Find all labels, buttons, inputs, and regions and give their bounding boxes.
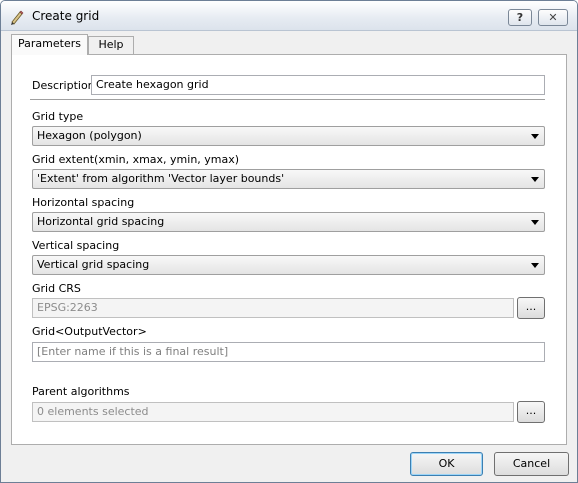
parent-algorithms-input: 0 elements selected [32,402,514,422]
description-input[interactable]: Create hexagon grid [91,75,545,95]
ok-button[interactable]: OK [410,452,483,476]
close-icon: ✕ [548,11,558,24]
window-title: Create grid [32,9,100,23]
grid-extent-select[interactable]: 'Extent' from algorithm 'Vector layer bo… [32,169,545,189]
parameters-form: Description Create hexagon grid Grid typ… [24,61,554,438]
vertical-spacing-label: Vertical spacing [32,239,120,252]
close-button[interactable]: ✕ [538,9,568,26]
parent-algorithms-label: Parent algorithms [32,385,130,398]
grid-type-value: Hexagon (polygon) [37,129,142,142]
grid-type-select[interactable]: Hexagon (polygon) [32,126,545,146]
grid-type-label: Grid type [32,110,84,123]
horizontal-spacing-value: Horizontal grid spacing [37,215,165,228]
separator [30,99,545,101]
chevron-down-icon [527,170,544,188]
grid-extent-label: Grid extent(xmin, xmax, ymin, ymax) [32,153,240,166]
output-name-input[interactable]: [Enter name if this is a final result] [32,342,545,362]
output-label: Grid<OutputVector> [32,325,147,338]
vertical-spacing-select[interactable]: Vertical grid spacing [32,255,545,275]
create-grid-dialog: Create grid ? ✕ Parameters Help Descript… [0,0,578,483]
title-bar: Create grid ? ✕ [1,1,577,31]
parameters-panel: Description Create hexagon grid Grid typ… [11,54,567,445]
grid-crs-input: EPSG:2263 [32,298,514,318]
grid-crs-select-button[interactable]: ... [517,297,545,319]
chevron-down-icon [527,213,544,231]
horizontal-spacing-label: Horizontal spacing [32,196,135,209]
tab-help[interactable]: Help [88,36,134,54]
chevron-down-icon [527,127,544,145]
vertical-spacing-value: Vertical grid spacing [37,258,150,271]
parent-algorithms-select-button[interactable]: ... [517,401,545,423]
chevron-down-icon [527,256,544,274]
help-button[interactable]: ? [508,9,532,26]
horizontal-spacing-select[interactable]: Horizontal grid spacing [32,212,545,232]
pencil-icon [9,9,25,25]
grid-crs-label: Grid CRS [32,282,81,295]
cancel-button[interactable]: Cancel [494,452,569,476]
grid-extent-value: 'Extent' from algorithm 'Vector layer bo… [37,172,285,185]
tab-parameters[interactable]: Parameters [11,34,88,55]
description-label: Description [32,79,95,92]
